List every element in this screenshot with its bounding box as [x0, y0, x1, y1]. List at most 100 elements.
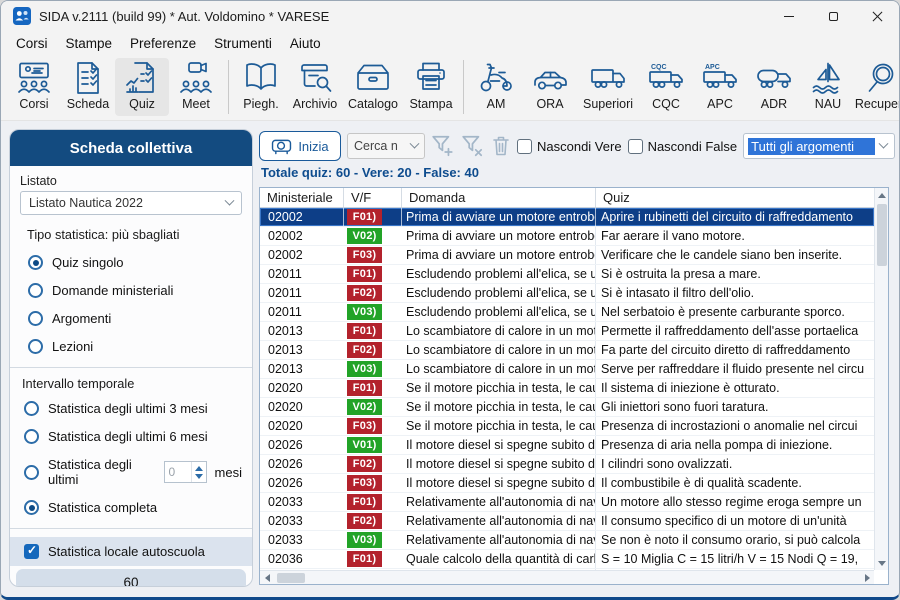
table-row[interactable]: 02002 F03) Prima di avviare un motore en… — [260, 246, 874, 265]
cell-vf: F03) — [344, 474, 402, 492]
filter-add-icon[interactable] — [431, 134, 455, 158]
toolbar-ora-button[interactable]: ORA — [523, 58, 577, 116]
hide-true-checkbox-row[interactable]: Nascondi Vere — [517, 139, 622, 154]
scroll-left-icon[interactable] — [260, 571, 274, 585]
menu-preferenze[interactable]: Preferenze — [121, 34, 205, 53]
radio-domande-ministeriali[interactable]: Domande ministeriali — [28, 283, 242, 298]
close-icon — [872, 11, 883, 22]
table-row[interactable]: 02013 F02) Lo scambiatore di calore in u… — [260, 341, 874, 360]
toolbar-recupero-button[interactable]: Recupero — [855, 58, 900, 116]
radio-ultimi-3-mesi[interactable]: Statistica degli ultimi 3 mesi — [24, 401, 242, 416]
argomenti-select[interactable]: Tutti gli argomenti — [743, 133, 895, 159]
vf-badge: F01) — [347, 551, 382, 567]
toolbar-label: Corsi — [19, 97, 48, 111]
toolbar-nau-button[interactable]: NAU — [801, 58, 855, 116]
toolbar-stampa-button[interactable]: Stampa — [404, 58, 458, 116]
toolbar-cqc-button[interactable]: CQC CQC — [639, 58, 693, 116]
toolbar-catalogo-button[interactable]: Catalogo — [342, 58, 404, 116]
inizia-button[interactable]: Inizia — [259, 131, 341, 161]
cell-vf: F01) — [344, 208, 402, 226]
horizontal-scrollbar[interactable] — [260, 570, 874, 584]
table-row[interactable]: 02033 V03) Relativamente all'autonomia d… — [260, 531, 874, 550]
radio-lezioni[interactable]: Lezioni — [28, 339, 242, 354]
table-row[interactable]: 02033 F01) Relativamente all'autonomia d… — [260, 493, 874, 512]
search-combo[interactable]: Cerca n — [347, 133, 425, 159]
toolbar-pieghevoli-button[interactable]: Piegh. — [234, 58, 288, 116]
scroll-right-icon[interactable] — [860, 571, 874, 585]
cell-domanda: Relativamente all'autonomia di navigazio… — [402, 493, 596, 511]
cell-vf: F01) — [344, 322, 402, 340]
vertical-scrollbar[interactable] — [874, 188, 888, 570]
table-row[interactable]: 02020 F03) Se il motore picchia in testa… — [260, 417, 874, 436]
table-row[interactable]: 02011 V03) Escludendo problemi all'elica… — [260, 303, 874, 322]
menu-corsi[interactable]: Corsi — [7, 34, 57, 53]
hide-false-checkbox-row[interactable]: Nascondi False — [628, 139, 738, 154]
column-quiz[interactable]: Quiz — [596, 188, 874, 207]
apc-truck-icon: APC — [701, 60, 739, 96]
content-area: Scheda collettiva Listato Listato Nautic… — [1, 121, 899, 597]
cell-quiz: Un motore allo stesso regime eroga sempr… — [596, 493, 874, 511]
toolbar-archivio-button[interactable]: Archivio — [288, 58, 342, 116]
vertical-scroll-thumb[interactable] — [877, 204, 887, 266]
toolbar-adr-button[interactable]: ADR — [747, 58, 801, 116]
radio-ultimi-n-mesi[interactable]: Statistica degli ultimi 0 mesi — [24, 457, 242, 487]
statistica-locale-checkbox-row[interactable]: Statistica locale autoscuola — [10, 537, 252, 566]
close-button[interactable] — [855, 1, 899, 31]
toolbar-am-button[interactable]: AM — [469, 58, 523, 116]
toolbar-apc-button[interactable]: APC APC — [693, 58, 747, 116]
scroll-down-icon[interactable] — [875, 556, 889, 570]
table-row[interactable]: 02036 F01) Quale calcolo della quantità … — [260, 550, 874, 569]
column-domanda[interactable]: Domanda — [402, 188, 596, 207]
checkbox-icon[interactable] — [517, 139, 532, 154]
vf-badge: V01) — [347, 437, 382, 453]
minimize-button[interactable] — [767, 1, 811, 31]
checkbox-checked-icon[interactable] — [24, 544, 39, 559]
cell-quiz: Il consumo specifico di un motore di un'… — [596, 512, 874, 530]
table-row[interactable]: 02011 F01) Escludendo problemi all'elica… — [260, 265, 874, 284]
toolbar-superiori-button[interactable]: Superiori — [577, 58, 639, 116]
table-row[interactable]: 02002 V02) Prima di avviare un motore en… — [260, 227, 874, 246]
vf-badge: V02) — [347, 228, 382, 244]
toolbar-quiz-button[interactable]: Quiz — [115, 58, 169, 116]
toolbar-scheda-button[interactable]: Scheda — [61, 58, 115, 116]
radio-ultimi-6-mesi[interactable]: Statistica degli ultimi 6 mesi — [24, 429, 242, 444]
horizontal-scroll-thumb[interactable] — [277, 573, 305, 583]
toolbar-label: Stampa — [409, 97, 452, 111]
cell-vf: F02) — [344, 512, 402, 530]
spinner-down-icon[interactable] — [195, 474, 203, 479]
toolbar-corsi-button[interactable]: Corsi — [7, 58, 61, 116]
trash-icon[interactable] — [491, 134, 511, 158]
column-vf[interactable]: V/F — [344, 188, 402, 207]
menu-stampe[interactable]: Stampe — [57, 34, 122, 53]
column-ministeriale[interactable]: Ministeriale — [260, 188, 344, 207]
table-row[interactable]: 02026 V01) Il motore diesel si spegne su… — [260, 436, 874, 455]
table-row[interactable]: 02033 F02) Relativamente all'autonomia d… — [260, 512, 874, 531]
menu-aiuto[interactable]: Aiuto — [281, 34, 330, 53]
toolbar-meet-button[interactable]: Meet — [169, 58, 223, 116]
filter-clear-icon[interactable] — [461, 134, 485, 158]
listato-select[interactable]: Listato Nautica 2022 — [20, 191, 242, 215]
table-row[interactable]: 02020 V02) Se il motore picchia in testa… — [260, 398, 874, 417]
table-row[interactable]: 02026 F03) Il motore diesel si spegne su… — [260, 474, 874, 493]
checkbox-icon[interactable] — [628, 139, 643, 154]
table-body: 02002 F01) Prima di avviare un motore en… — [260, 208, 874, 570]
spinner-arrows[interactable] — [191, 462, 206, 482]
video-meeting-icon — [177, 60, 215, 96]
scroll-up-icon[interactable] — [875, 188, 889, 202]
vf-badge: F01) — [347, 323, 382, 339]
menu-strumenti[interactable]: Strumenti — [205, 34, 281, 53]
table-row[interactable]: 02020 F01) Se il motore picchia in testa… — [260, 379, 874, 398]
radio-quiz-singolo[interactable]: Quiz singolo — [28, 255, 242, 270]
table-row[interactable]: 02002 F01) Prima di avviare un motore en… — [260, 208, 874, 227]
spinner-up-icon[interactable] — [195, 466, 203, 471]
vf-badge: V03) — [347, 532, 382, 548]
table-row[interactable]: 02013 V03) Lo scambiatore di calore in u… — [260, 360, 874, 379]
table-row[interactable]: 02026 F02) Il motore diesel si spegne su… — [260, 455, 874, 474]
radio-statistica-completa[interactable]: Statistica completa — [24, 500, 242, 515]
magnifier-icon — [863, 60, 900, 96]
table-row[interactable]: 02011 F02) Escludendo problemi all'elica… — [260, 284, 874, 303]
radio-argomenti[interactable]: Argomenti — [28, 311, 242, 326]
table-row[interactable]: 02013 F01) Lo scambiatore di calore in u… — [260, 322, 874, 341]
mesi-spinner[interactable]: 0 — [164, 461, 207, 483]
maximize-button[interactable] — [811, 1, 855, 31]
